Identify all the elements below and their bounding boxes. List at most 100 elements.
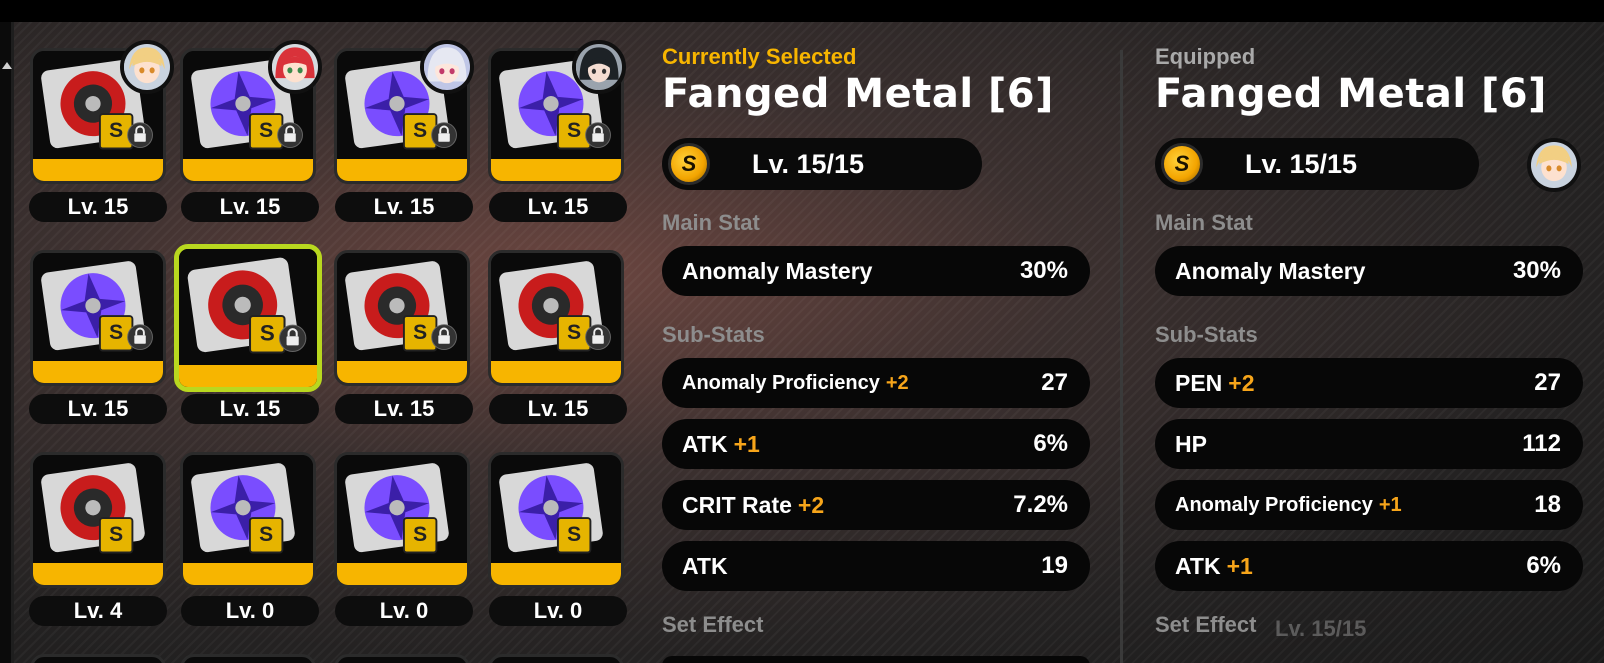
disc-level-label: Lv. 15 [489, 192, 627, 222]
disc-slot-12[interactable]: S [488, 452, 624, 588]
disc-level-text: Lv. 15/15 [752, 148, 865, 179]
stat-roll-count: +1 [1378, 493, 1402, 516]
stat-roll-count: +1 [733, 430, 760, 457]
stat-name: Anomaly Proficiency [1175, 493, 1373, 516]
stat-value: 18 [1534, 491, 1561, 518]
stat-name: Anomaly Mastery [1175, 257, 1366, 284]
sub-stat-row: ATK +1 6% [662, 419, 1090, 469]
disc-level-label: Lv. 0 [335, 596, 473, 626]
stat-value: 6% [1033, 430, 1068, 457]
disc-set-title: Fanged Metal [6] [1155, 71, 1547, 117]
disc-slot-6-selected[interactable]: S [174, 244, 322, 392]
main-stat-label: Main Stat [1155, 210, 1253, 235]
s-rank-badge-icon: S [1161, 143, 1203, 185]
stat-value: 112 [1522, 430, 1561, 457]
stat-value: 7.2% [1013, 491, 1068, 518]
stat-name: ATK [682, 430, 728, 457]
equipped-label: Equipped [1155, 44, 1256, 69]
stat-name: Anomaly Proficiency [682, 371, 880, 394]
panel-divider [1120, 50, 1123, 663]
disc-level-bar: S Lv. 15/15 [1155, 138, 1479, 190]
blonde-agent-avatar [120, 40, 174, 94]
stat-value: 30% [1512, 257, 1561, 284]
currently-selected-label: Currently Selected [662, 44, 857, 69]
dark-hair-agent-avatar [572, 40, 626, 94]
stat-roll-count: +2 [1228, 369, 1255, 396]
stat-name: Anomaly Mastery [682, 257, 873, 284]
disc-level-label: Lv. 15 [181, 394, 319, 424]
redhead-agent-avatar [268, 40, 322, 94]
disc-level-bar: S Lv. 15/15 [662, 138, 982, 190]
disc-slot-11[interactable]: S [334, 452, 470, 588]
svg-text:S: S [109, 321, 123, 344]
disc-slot-10[interactable]: S [180, 452, 316, 588]
sub-stat-row: ATK +1 6% [1155, 541, 1583, 591]
stat-name: CRIT Rate [682, 491, 792, 518]
svg-text:S: S [567, 523, 581, 546]
scroll-up-arrow-icon[interactable] [2, 62, 12, 69]
currently-selected-panel: Currently Selected Fanged Metal [6] S Lv… [662, 44, 1092, 663]
silver-hair-agent-avatar [420, 40, 474, 94]
svg-text:S: S [260, 320, 275, 345]
disc-slot-partial[interactable] [334, 654, 470, 663]
svg-text:S: S [413, 119, 427, 142]
stat-roll-count: +2 [797, 491, 825, 518]
stat-value: 27 [1534, 369, 1561, 396]
disc-level-label: Lv. 15 [489, 394, 627, 424]
sub-stat-row: ATK 19 [662, 541, 1090, 591]
svg-text:S: S [259, 119, 273, 142]
scrollbar-track[interactable] [0, 22, 14, 663]
stat-value: 6% [1526, 552, 1561, 579]
svg-text:S: S [413, 523, 427, 546]
main-stat-label: Main Stat [662, 210, 760, 235]
disc-level-label: Lv. 15 [335, 394, 473, 424]
sub-stats-label: Sub-Stats [1155, 322, 1258, 347]
sub-stat-row: Anomaly Proficiency +2 27 [662, 358, 1090, 408]
sub-stats-label: Sub-Stats [662, 322, 765, 347]
equipped-panel: Equipped Fanged Metal [6] S Lv. 15/15 Ma… [1155, 44, 1585, 663]
disc-level-text: Lv. 15/15 [1245, 148, 1358, 179]
disc-set-title: Fanged Metal [6] [662, 71, 1054, 117]
stat-name: ATK [682, 552, 728, 579]
set-effect-label: Set Effect [662, 612, 764, 637]
main-stat-row: Anomaly Mastery 30% [1155, 246, 1583, 296]
svg-text:S: S [109, 523, 123, 546]
stat-name: ATK [1175, 552, 1221, 579]
svg-text:S: S [413, 321, 427, 344]
disc-slot-8[interactable]: S [488, 250, 624, 386]
svg-text:S: S [259, 523, 273, 546]
sub-stat-row: PEN +2 27 [1155, 358, 1583, 408]
ghost-level-text: Lv. 15/15 [1275, 616, 1367, 641]
stat-value: 19 [1041, 552, 1068, 579]
disc-level-label: Lv. 0 [181, 596, 319, 626]
drive-disc-grid: S S S S Lv. 15 Lv. 15 Lv. 15 Lv. 15 S S … [26, 40, 631, 663]
stat-name: HP [1175, 430, 1207, 457]
svg-text:S: S [109, 119, 123, 142]
svg-text:S: S [567, 119, 581, 142]
stat-value: 27 [1041, 369, 1068, 396]
disc-slot-partial[interactable] [30, 654, 166, 663]
s-rank-badge-icon: S [668, 143, 710, 185]
disc-level-label: Lv. 15 [181, 192, 319, 222]
disc-level-label: Lv. 15 [29, 192, 167, 222]
stat-name: PEN [1175, 369, 1223, 396]
set-effect-label: Set Effect [1155, 612, 1257, 637]
disc-level-label: Lv. 0 [489, 596, 627, 626]
stat-roll-count: +1 [1226, 552, 1253, 579]
sub-stat-row: CRIT Rate +2 7.2% [662, 480, 1090, 530]
disc-slot-partial[interactable] [488, 654, 624, 663]
disc-level-label: Lv. 4 [29, 596, 167, 626]
sub-stat-row: Anomaly Proficiency +1 18 [1155, 480, 1583, 530]
disc-level-label: Lv. 15 [29, 394, 167, 424]
sub-stat-row: HP 112 [1155, 419, 1583, 469]
disc-slot-5[interactable]: S [30, 250, 166, 386]
disc-level-label: Lv. 15 [335, 192, 473, 222]
disc-slot-9[interactable]: S [30, 452, 166, 588]
disc-slot-7[interactable]: S [334, 250, 470, 386]
set-effect-row-partial [662, 656, 1090, 663]
stat-roll-count: +2 [885, 371, 909, 394]
disc-slot-partial[interactable] [180, 654, 316, 663]
stat-value: 30% [1019, 257, 1068, 284]
svg-text:S: S [567, 321, 581, 344]
main-stat-row: Anomaly Mastery 30% [662, 246, 1090, 296]
